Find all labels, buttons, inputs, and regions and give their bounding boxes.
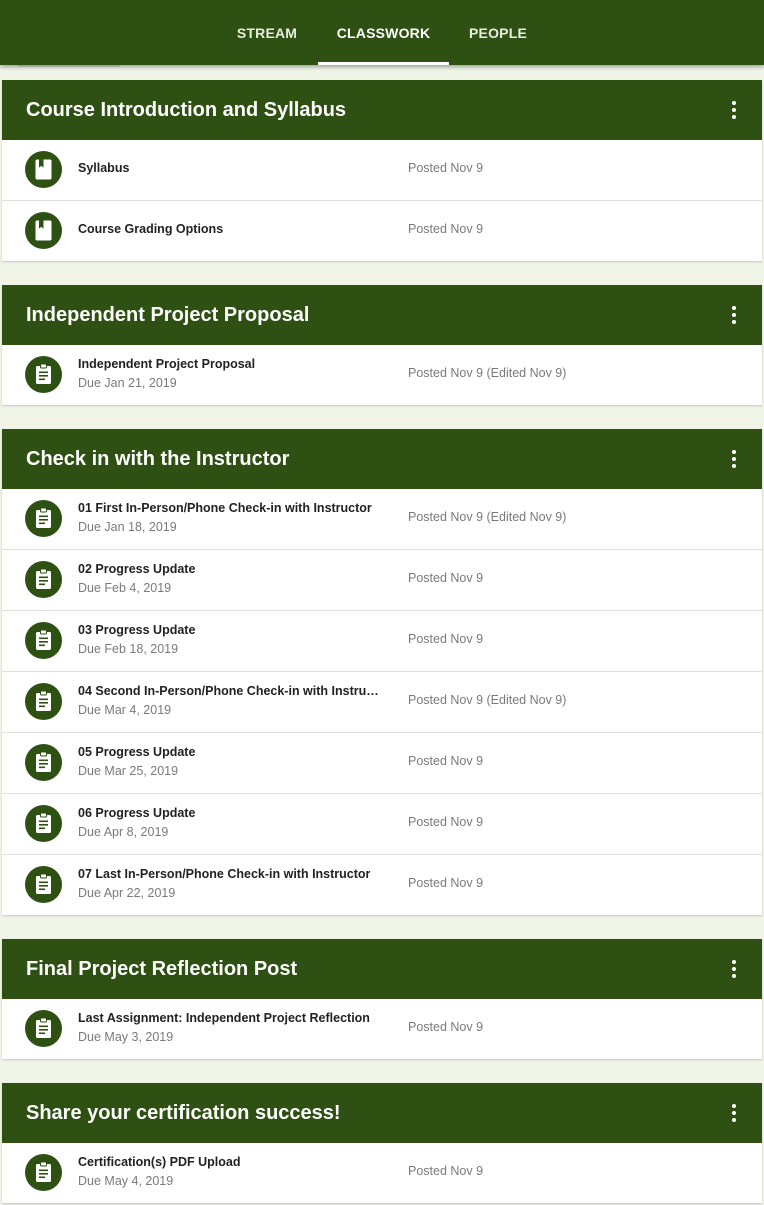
classwork-item[interactable]: Syllabus Posted Nov 9 [2,140,762,200]
item-posted-date: Posted Nov 9 [408,632,484,646]
more-vert-icon[interactable] [724,98,744,122]
tab-classwork[interactable]: CLASSWORK [318,0,449,65]
tab-stream[interactable]: STREAM [222,0,312,65]
item-due-date: Due Feb 4, 2019 [78,581,172,595]
assignment-icon [25,500,62,537]
tab-people[interactable]: PEOPLE [456,0,540,65]
item-title: Last Assignment: Independent Project Ref… [78,1011,370,1025]
classwork-item[interactable]: 03 Progress Update Due Feb 18, 2019 Posted… [2,610,762,671]
assignment-icon [25,866,62,903]
classwork-item[interactable]: 06 Progress Update Due Apr 8, 2019 Posted … [2,793,762,854]
material-book-icon [25,212,62,249]
item-title: 05 Progress Update [78,745,196,759]
item-title: 06 Progress Update [78,806,196,820]
item-title: 07 Last In-Person/Phone Check-in with In… [78,867,371,881]
item-posted-date: Posted Nov 9 (Edited Nov 9) [408,510,567,524]
topic-card: Final Project Reflection Post Last Assign… [2,939,762,1059]
more-vert-icon[interactable] [724,1101,744,1125]
assignment-icon [25,1154,62,1191]
item-due-date: Due Apr 8, 2019 [78,825,169,839]
assignment-icon [25,805,62,842]
item-title: Independent Project Proposal [78,357,256,371]
assignment-icon [25,622,62,659]
item-due-date: Due Jan 21, 2019 [78,376,177,390]
topic-item-list: 01 First In-Person/Phone Check-in with I… [2,489,762,915]
more-vert-icon[interactable] [724,447,744,471]
item-posted-date: Posted Nov 9 (Edited Nov 9) [408,693,567,707]
classwork-item[interactable]: 05 Progress Update Due Mar 25, 2019 Posted… [2,732,762,793]
hidden-toolbar-shadow [18,65,120,67]
item-posted-date: Posted Nov 9 [408,571,484,585]
item-posted-date: Posted Nov 9 [408,876,484,890]
item-due-date: Due May 4, 2019 [78,1174,174,1188]
classwork-item[interactable]: 01 First In-Person/Phone Check-in with I… [2,489,762,549]
item-title: 01 First In-Person/Phone Check-in with I… [78,501,372,515]
top-app-bar: STREAM CLASSWORK PEOPLE [0,0,764,65]
topic-title: Course Introduction and Syllabus [26,99,347,121]
item-title: Certification(s) PDF Upload [78,1155,241,1169]
assignment-icon [25,683,62,720]
topic-item-list: Last Assignment: Independent Project Ref… [2,999,762,1059]
classwork-item[interactable]: 04 Second In-Person/Phone Check-in with … [2,671,762,732]
item-due-date: Due Apr 22, 2019 [78,886,176,900]
assignment-icon [25,561,62,598]
item-title: Course Grading Options [78,222,224,236]
item-title: 04 Second In-Person/Phone Check-in with … [78,684,383,698]
topic-header: Course Introduction and Syllabus [2,80,762,140]
item-posted-date: Posted Nov 9 [408,754,484,768]
item-posted-date: Posted Nov 9 [408,815,484,829]
item-due-date: Due Mar 4, 2019 [78,703,172,717]
item-posted-date: Posted Nov 9 [408,222,484,236]
item-posted-date: Posted Nov 9 [408,1020,484,1034]
item-title: 02 Progress Update [78,562,196,576]
item-title: Syllabus [78,161,130,175]
topic-card: Independent Project Proposal Independent … [2,285,762,405]
topic-item-list: Syllabus Posted Nov 9 Course Grading Optio… [2,140,762,261]
more-vert-icon[interactable] [724,957,744,981]
topic-title: Final Project Reflection Post [26,958,298,980]
item-due-date: Due Mar 25, 2019 [78,764,179,778]
classwork-item[interactable]: Certification(s) PDF Upload Due May 4, 20… [2,1143,762,1203]
topic-title: Check in with the Instructor [26,448,290,470]
classwork-item[interactable]: Independent Project Proposal Due Jan 21, … [2,345,762,405]
topic-card: Check in with the Instructor 01 First In-… [2,429,762,915]
classwork-item[interactable]: Last Assignment: Independent Project Ref… [2,999,762,1059]
classwork-item[interactable]: 07 Last In-Person/Phone Check-in with In… [2,854,762,915]
material-book-icon [25,151,62,188]
item-due-date: Due Feb 18, 2019 [78,642,179,656]
item-posted-date: Posted Nov 9 [408,1164,484,1178]
topic-header: Share your certification success! [2,1083,762,1143]
topic-title: Share your certification success! [26,1102,341,1124]
topic-card: Share your certification success! Certifi… [2,1083,762,1203]
assignment-icon [25,356,62,393]
topic-header: Independent Project Proposal [2,285,762,345]
assignment-icon [25,744,62,781]
topic-item-list: Certification(s) PDF Upload Due May 4, 20… [2,1143,762,1203]
topic-header: Check in with the Instructor [2,429,762,489]
item-due-date: Due Jan 18, 2019 [78,520,177,534]
topic-card: Course Introduction and Syllabus Syllabus… [2,80,762,261]
item-posted-date: Posted Nov 9 (Edited Nov 9) [408,366,567,380]
classwork-item[interactable]: 02 Progress Update Due Feb 4, 2019 Posted … [2,549,762,610]
item-due-date: Due May 3, 2019 [78,1030,174,1044]
assignment-icon [25,1010,62,1047]
tab-bar: STREAM CLASSWORK PEOPLE [0,0,764,65]
classwork-item[interactable]: Course Grading Options Posted Nov 9 [2,200,762,261]
more-vert-icon[interactable] [724,303,744,327]
topic-title: Independent Project Proposal [26,304,310,326]
topic-item-list: Independent Project Proposal Due Jan 21, … [2,345,762,405]
item-posted-date: Posted Nov 9 [408,161,484,175]
item-title: 03 Progress Update [78,623,196,637]
topic-header: Final Project Reflection Post [2,939,762,999]
